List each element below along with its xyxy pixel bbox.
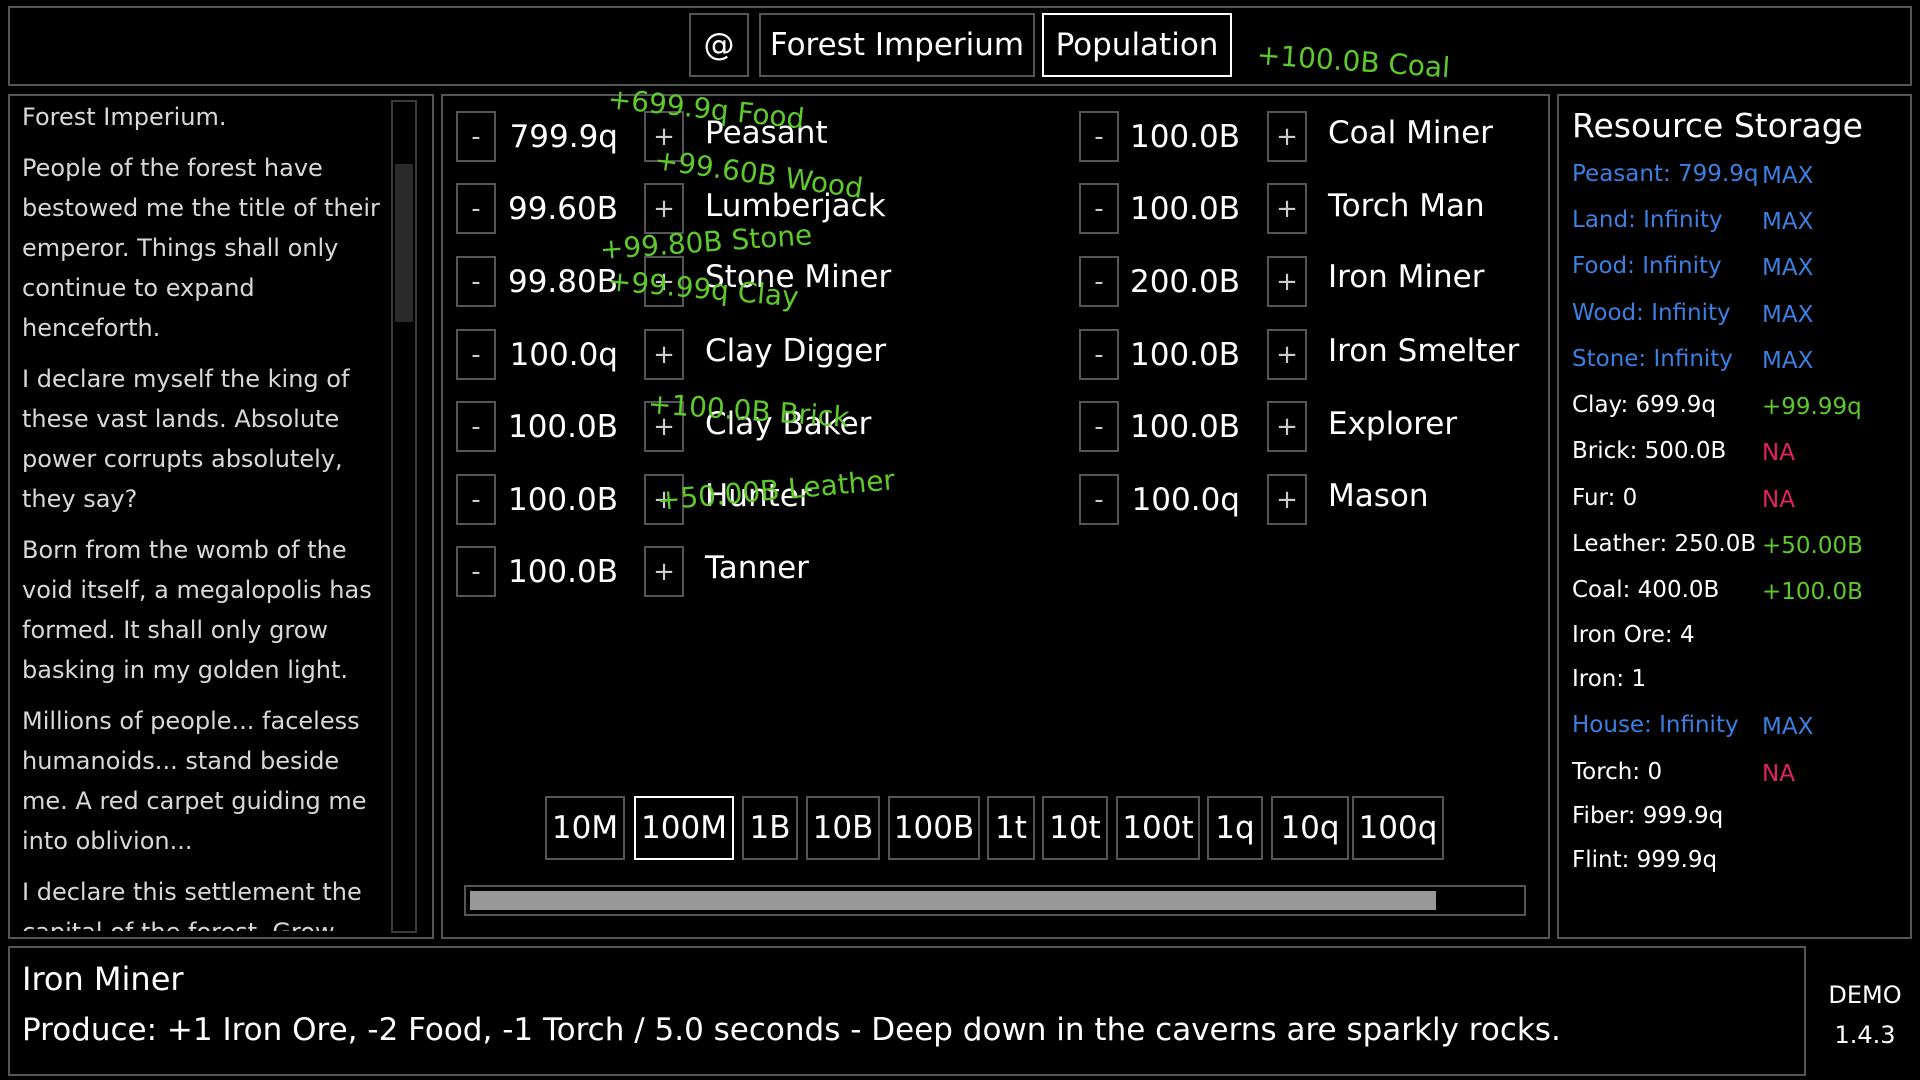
resource-label: Torch: 0 — [1572, 759, 1663, 785]
multiplier-1q-button[interactable]: 1q — [1207, 796, 1263, 860]
iron-miner-label: Iron Miner — [1328, 259, 1485, 295]
mason-label: Mason — [1328, 478, 1429, 514]
mason-count: 100.0q — [1131, 482, 1240, 518]
story-paragraph: I declare this settlement the capital of… — [22, 878, 362, 931]
home-at-button[interactable]: @ — [689, 13, 749, 77]
resource-label: Land: Infinity — [1572, 207, 1723, 233]
resource-status: MAX — [1762, 714, 1814, 740]
demo-label: DEMO — [1828, 981, 1902, 1009]
story-paragraph: Born from the womb of the void itself, a… — [22, 536, 372, 684]
tanner-count: 100.0B — [507, 554, 618, 590]
coal-miner-label: Coal Miner — [1328, 115, 1493, 151]
clay-baker-count: 100.0B — [507, 409, 618, 445]
resource-label: Peasant: 799.9q — [1572, 161, 1759, 187]
resource-label: Food: Infinity — [1572, 253, 1722, 279]
explorer-count: 100.0B — [1129, 409, 1240, 445]
torch-man-label: Torch Man — [1328, 188, 1485, 224]
iron-miner-count: 200.0B — [1129, 264, 1240, 300]
resource-status: MAX — [1762, 302, 1814, 328]
story-paragraph: Millions of people... faceless humanoids… — [22, 707, 367, 855]
clay-digger-count: 100.0q — [509, 337, 618, 373]
iron-smelter-label: Iron Smelter — [1328, 333, 1520, 369]
explorer-plus-button[interactable]: + — [1267, 401, 1307, 452]
tanner-plus-button[interactable]: + — [644, 546, 684, 597]
story-text: Forest Imperium. People of the forest ha… — [22, 97, 387, 931]
multiplier-1b-button[interactable]: 1B — [742, 796, 798, 860]
resource-label: Stone: Infinity — [1572, 346, 1733, 372]
resource-status: MAX — [1762, 163, 1814, 189]
multiplier-10b-button[interactable]: 10B — [806, 796, 880, 860]
tab-forest-imperium[interactable]: Forest Imperium — [759, 13, 1035, 77]
resource-status: MAX — [1762, 209, 1814, 235]
resource-status: NA — [1762, 440, 1795, 466]
version-number: 1.4.3 — [1834, 1021, 1896, 1049]
resource-status: MAX — [1762, 348, 1814, 374]
resource-label: Clay: 699.9q — [1572, 392, 1716, 418]
tanner-label: Tanner — [705, 550, 809, 586]
multiplier-100m-button[interactable]: 100M — [634, 796, 734, 860]
resource-status: NA — [1762, 487, 1795, 513]
production-progress-bar — [464, 885, 1526, 916]
peasant-count: 799.9q — [509, 119, 618, 155]
clay-digger-label: Clay Digger — [705, 333, 887, 369]
multiplier-10t-button[interactable]: 10t — [1042, 796, 1108, 860]
lumberjack-plus-button[interactable]: + — [644, 183, 684, 234]
story-scroll-thumb[interactable] — [395, 164, 413, 322]
iron-smelter-count: 100.0B — [1129, 337, 1240, 373]
mason-plus-button[interactable]: + — [1267, 474, 1307, 525]
resource-label: Wood: Infinity — [1572, 300, 1731, 326]
resource-label: Fur: 0 — [1572, 485, 1638, 511]
lumberjack-count: 99.60B — [507, 191, 618, 227]
resource-status: NA — [1762, 761, 1795, 787]
resource-label: Brick: 500.0B — [1572, 438, 1727, 464]
torch-man-plus-button[interactable]: + — [1267, 183, 1307, 234]
multiplier-1t-button[interactable]: 1t — [987, 796, 1035, 860]
coal-miner-plus-button[interactable]: + — [1267, 111, 1307, 162]
resource-status: MAX — [1762, 255, 1814, 281]
resource-label: Fiber: 999.9q — [1572, 803, 1724, 829]
resource-status: +100.0B — [1762, 579, 1863, 605]
resource-label: Iron Ore: 4 — [1572, 622, 1695, 648]
multiplier-10m-button[interactable]: 10M — [545, 796, 625, 860]
torch-man-count: 100.0B — [1129, 191, 1240, 227]
iron-miner-plus-button[interactable]: + — [1267, 256, 1307, 307]
resource-label: Coal: 400.0B — [1572, 577, 1720, 603]
story-paragraph: I declare myself the king of these vast … — [22, 365, 350, 513]
resource-storage-title: Resource Storage — [1572, 106, 1863, 145]
resource-label: Flint: 999.9q — [1572, 847, 1718, 873]
resource-label: House: Infinity — [1572, 712, 1739, 738]
multiplier-100b-button[interactable]: 100B — [888, 796, 980, 860]
tab-population[interactable]: Population — [1042, 13, 1232, 77]
iron-smelter-plus-button[interactable]: + — [1267, 329, 1307, 380]
info-title: Iron Miner — [22, 960, 184, 998]
coal-miner-count: 100.0B — [1129, 119, 1240, 155]
multiplier-10q-button[interactable]: 10q — [1271, 796, 1349, 860]
story-scrollbar[interactable] — [391, 100, 417, 933]
resource-status: +99.99q — [1762, 394, 1862, 420]
story-paragraph: People of the forest have bestowed me th… — [22, 154, 380, 342]
multiplier-100t-button[interactable]: 100t — [1116, 796, 1200, 860]
hunter-count: 100.0B — [507, 482, 618, 518]
clay-digger-plus-button[interactable]: + — [644, 329, 684, 380]
story-paragraph: Forest Imperium. — [22, 103, 227, 131]
explorer-label: Explorer — [1328, 406, 1458, 442]
stone-miner-count: 99.80B — [507, 264, 618, 300]
multiplier-100q-button[interactable]: 100q — [1352, 796, 1444, 860]
resource-label: Iron: 1 — [1572, 666, 1647, 692]
resource-label: Leather: 250.0B — [1572, 531, 1757, 557]
production-progress-fill — [470, 891, 1436, 910]
resource-status: +50.00B — [1762, 533, 1863, 559]
info-description: Produce: +1 Iron Ore, -2 Food, -1 Torch … — [22, 1012, 1561, 1048]
